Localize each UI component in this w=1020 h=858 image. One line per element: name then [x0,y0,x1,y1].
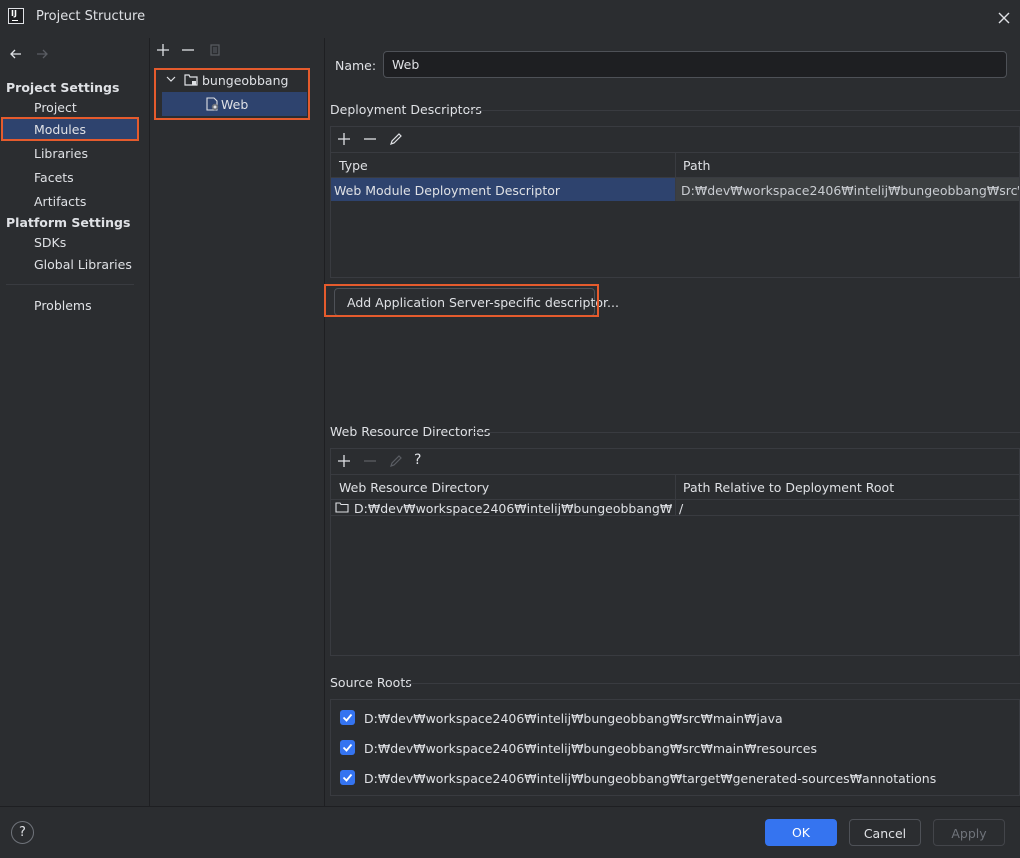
remove-icon[interactable] [180,42,196,58]
sidebar-group-platform-settings: Platform Settings [6,215,131,230]
deployment-row-type: Web Module Deployment Descriptor [334,183,561,198]
source-root-label: D:₩dev₩workspace2406₩intelij₩bungeobbang… [364,741,818,756]
sidebar-item-project[interactable]: Project [34,100,77,115]
ok-button[interactable]: OK [765,819,837,846]
section-divider [468,110,1020,111]
cancel-button[interactable]: Cancel [849,819,921,846]
tree-highlight-box [154,68,310,120]
sidebar-item-facets[interactable]: Facets [34,170,74,185]
sidebar-item-modules[interactable]: Modules [34,122,86,137]
sidebar-item-global-libraries[interactable]: Global Libraries [34,257,132,272]
forward-arrow-icon [34,46,50,62]
edit-pencil-icon [388,453,404,469]
source-root-checkbox[interactable] [340,770,355,785]
sidebar-item-sdks[interactable]: SDKs [34,235,66,250]
column-header-path[interactable]: Path [683,158,710,173]
help-question-icon[interactable]: ? [414,452,430,468]
deployment-descriptors-panel [330,126,1020,278]
remove-icon [362,453,378,469]
deployment-row-path: D:₩dev₩workspace2406₩intelij₩bungeobbang… [681,183,1019,198]
source-root-checkbox[interactable] [340,710,355,725]
source-roots-title: Source Roots [330,675,412,690]
source-root-label: D:₩dev₩workspace2406₩intelij₩bungeobbang… [364,771,937,786]
add-icon[interactable] [155,42,171,58]
copy-icon [207,42,223,58]
section-divider [474,432,1020,433]
help-icon[interactable]: ? [11,821,34,844]
apply-button: Apply [933,819,1005,846]
close-icon[interactable] [995,9,1013,27]
sidebar-group-project-settings: Project Settings [6,80,120,95]
column-header-web-resource-directory[interactable]: Web Resource Directory [339,480,489,495]
back-arrow-icon[interactable] [8,46,24,62]
web-resource-directories-title: Web Resource Directories [330,424,491,439]
add-descriptor-highlight-box [324,284,599,317]
add-icon[interactable] [336,453,352,469]
name-input[interactable]: Web [383,51,1007,78]
resource-row-directory[interactable]: D:₩dev₩workspace2406₩intelij₩bungeobbang… [354,501,672,516]
remove-icon[interactable] [362,131,378,147]
sidebar-divider [6,284,134,285]
add-icon[interactable] [336,131,352,147]
deployment-descriptors-title: Deployment Descriptors [330,102,482,117]
source-root-checkbox[interactable] [340,740,355,755]
source-root-label: D:₩dev₩workspace2406₩intelij₩bungeobbang… [364,711,783,726]
window-title: Project Structure [36,9,146,24]
sidebar-item-libraries[interactable]: Libraries [34,146,88,161]
column-header-type[interactable]: Type [339,158,368,173]
name-label: Name: [335,58,377,73]
section-divider [408,683,1020,684]
sidebar-item-problems[interactable]: Problems [34,298,92,313]
intellij-app-icon: IJ [8,8,24,24]
column-header-path-relative[interactable]: Path Relative to Deployment Root [683,480,894,495]
resource-row-relative-path[interactable]: / [679,501,683,516]
sidebar-item-artifacts[interactable]: Artifacts [34,194,86,209]
folder-icon [335,501,349,513]
edit-pencil-icon[interactable] [388,131,404,147]
title-bar: IJ Project Structure [0,0,1020,36]
